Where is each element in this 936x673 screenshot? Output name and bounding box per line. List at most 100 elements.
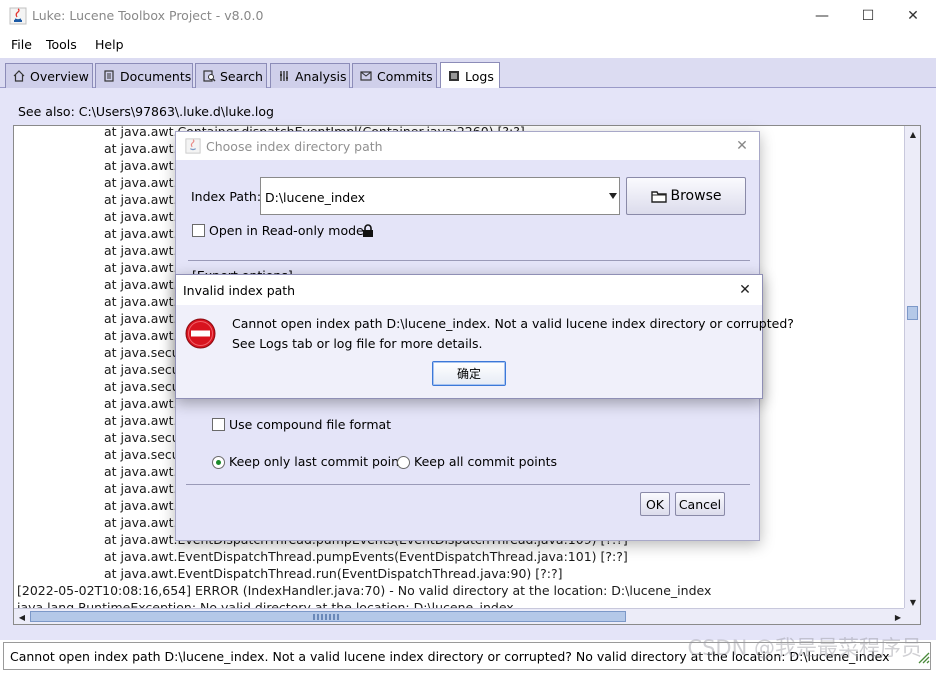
log-line: at java.secu [104, 345, 180, 360]
menu-tools[interactable]: Tools [46, 37, 77, 52]
home-icon [13, 70, 25, 82]
keep-all-commits-radio[interactable] [397, 456, 410, 469]
search-icon [203, 70, 216, 82]
tab-search-label: Search [220, 68, 263, 84]
log-line: at java.secu [104, 447, 180, 462]
compound-file-label: Use compound file format [229, 417, 392, 432]
cancel-button[interactable]: Cancel [675, 492, 725, 516]
horizontal-scroll-thumb[interactable] [30, 611, 626, 622]
log-line: at java.awt.E [104, 498, 186, 513]
close-button[interactable]: ✕ [890, 0, 936, 32]
scroll-left-icon[interactable]: ◀ [14, 609, 30, 624]
log-line: at java.awt.E [104, 481, 186, 496]
log-line: at java.awt.E [104, 328, 186, 343]
error-message-line1: Cannot open index path D:\lucene_index. … [232, 316, 794, 331]
scroll-grip-icon [313, 614, 341, 620]
tab-analysis[interactable]: Analysis [270, 63, 350, 88]
tab-logs-label: Logs [465, 68, 494, 84]
lock-icon [363, 224, 373, 237]
resize-grip-icon[interactable] [916, 650, 930, 664]
watermark: CSDN @我是最菜程序员 [687, 636, 922, 660]
log-line: at java.awt.E [104, 311, 186, 326]
menu-help[interactable]: Help [95, 37, 124, 52]
cancel-button-label: Cancel [678, 496, 722, 512]
log-line: at java.awt.C [104, 141, 187, 156]
menu-bar: File Tools Help [0, 32, 936, 58]
error-dialog-titlebar: Invalid index path ✕ [176, 275, 762, 305]
error-message-line2: See Logs tab or log file for more detail… [232, 336, 483, 351]
log-line: at java.awt.E [104, 294, 186, 309]
documents-icon [104, 70, 114, 82]
log-line: at java.awt.E [104, 396, 186, 411]
browse-button[interactable]: Browse [626, 177, 746, 215]
folder-icon [650, 191, 667, 203]
choose-dialog-close-icon[interactable]: ✕ [733, 137, 751, 155]
invalid-index-path-dialog: Invalid index path ✕ Cannot open index p… [175, 274, 794, 399]
keep-last-commit-radio[interactable] [212, 456, 225, 469]
minimize-icon: — [815, 8, 829, 24]
vertical-scrollbar[interactable]: ▲ ▼ [904, 126, 920, 610]
log-line: at java.awt.C [104, 175, 187, 190]
compound-file-checkbox[interactable] [212, 418, 225, 431]
confirm-button-label: 确定 [456, 367, 481, 381]
scrollbar-corner [904, 608, 920, 624]
log-line: at java.secu [104, 379, 180, 394]
log-line: at java.awt.E [104, 413, 186, 428]
menu-file[interactable]: File [11, 37, 32, 52]
tab-overview-label: Overview [30, 68, 89, 84]
minimize-button[interactable]: — [799, 0, 845, 32]
log-line: at java.awt.E [104, 515, 186, 530]
tab-analysis-label: Analysis [295, 68, 347, 84]
tab-logs[interactable]: Logs [440, 62, 500, 89]
confirm-button[interactable]: 确定 [432, 361, 506, 386]
tab-overview[interactable]: Overview [5, 63, 93, 88]
close-icon: ✕ [907, 8, 919, 24]
error-dialog-title: Invalid index path [183, 283, 296, 298]
window-titlebar: Luke: Lucene Toolbox Project - v8.0.0 — … [0, 0, 936, 32]
tab-documents-label: Documents [120, 68, 192, 84]
index-path-value: D:\lucene_index [265, 190, 366, 205]
index-path-label: Index Path: [191, 189, 262, 204]
log-line: at java.awt.C [104, 243, 187, 258]
keep-last-commit-label: Keep only last commit point [229, 454, 404, 469]
commits-icon [360, 71, 372, 81]
readonly-label: Open in Read-only mode [209, 223, 364, 238]
keep-all-commits-label: Keep all commit points [414, 454, 558, 469]
tab-search[interactable]: Search [195, 63, 267, 88]
maximize-button[interactable]: ☐ [845, 0, 891, 32]
dialog-separator-bottom [186, 484, 750, 485]
horizontal-scrollbar[interactable]: ◀ ▶ [14, 608, 906, 624]
tab-commits[interactable]: Commits [352, 63, 437, 88]
error-dialog-close-icon[interactable]: ✕ [736, 281, 754, 299]
choose-dialog-title: Choose index directory path [206, 139, 383, 154]
log-line: [2022-05-02T10:08:16,654] ERROR (IndexHa… [17, 583, 712, 598]
vertical-scroll-thumb[interactable] [907, 306, 918, 320]
log-line: at java.secu [104, 362, 180, 377]
log-line: at java.awt.EventDispatchThread.pumpEven… [104, 549, 628, 564]
ok-button-label: OK [645, 496, 665, 512]
analysis-icon [280, 71, 288, 81]
log-line: at java.awt.E [104, 464, 186, 479]
tab-bar: Overview Documents Search Analysis Commi… [0, 58, 936, 89]
tab-commits-label: Commits [377, 68, 433, 84]
chevron-down-icon[interactable] [609, 193, 617, 199]
log-line: at java.awt.EventDispatchThread.run(Even… [104, 566, 563, 581]
index-path-combobox[interactable]: D:\lucene_index [260, 177, 620, 215]
java-app-icon [9, 7, 27, 25]
log-line: at java.awt.C [104, 277, 187, 292]
maximize-icon: ☐ [861, 8, 875, 24]
scroll-up-icon[interactable]: ▲ [905, 126, 920, 142]
error-icon [185, 318, 216, 349]
log-line: at java.awt.C [104, 158, 187, 173]
logs-icon [449, 71, 459, 81]
java-app-icon [185, 138, 201, 154]
see-also-label: See also: C:\Users\97863\.luke.d\luke.lo… [18, 104, 274, 119]
window-title: Luke: Lucene Toolbox Project - v8.0.0 [32, 8, 264, 23]
log-line: at java.secu [104, 430, 180, 445]
dialog-separator [188, 260, 750, 261]
ok-button[interactable]: OK [640, 492, 670, 516]
readonly-checkbox[interactable] [192, 224, 205, 237]
tab-documents[interactable]: Documents [95, 63, 193, 88]
browse-button-label: Browse [670, 188, 722, 204]
choose-dialog-titlebar: Choose index directory path ✕ [176, 132, 759, 160]
